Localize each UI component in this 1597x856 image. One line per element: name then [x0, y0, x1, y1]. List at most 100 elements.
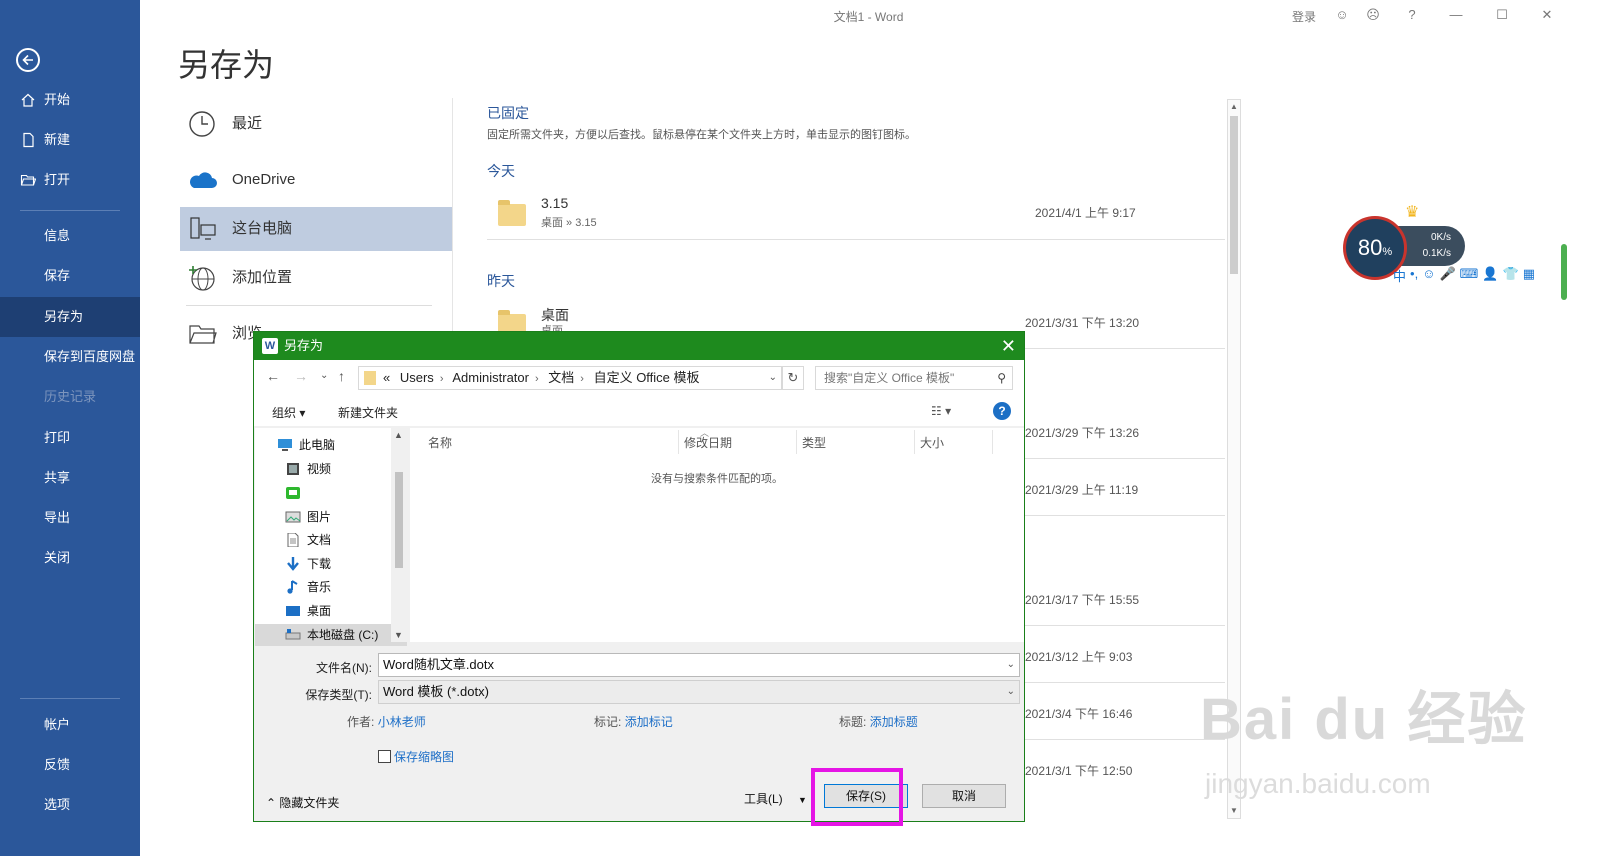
organize-menu[interactable]: 组织 ▾	[272, 404, 305, 421]
nav-item-home[interactable]: 开始	[0, 80, 140, 120]
breadcrumb-office-templates[interactable]: 自定义 Office 模板	[594, 370, 700, 385]
tree-item-local-disk[interactable]: 本地磁盘 (C:)	[255, 624, 407, 646]
chevron-up-icon: ⌃	[266, 796, 277, 810]
ime-user-icon[interactable]: 👤	[1482, 266, 1498, 284]
close-window-icon[interactable]: ✕	[1539, 7, 1555, 23]
ime-keyboard-icon[interactable]: ⌨	[1460, 266, 1479, 284]
ime-emoji-icon[interactable]: ☺	[1422, 266, 1435, 284]
nav-item-account[interactable]: 帐户	[0, 705, 140, 745]
breadcrumb-separator-icon[interactable]: ›	[580, 373, 584, 385]
column-divider[interactable]	[914, 430, 915, 454]
forward-icon[interactable]: →	[294, 368, 308, 384]
breadcrumb-separator-icon[interactable]: ›	[440, 373, 444, 385]
filename-input[interactable]: Word随机文章.dotx ⌄	[378, 653, 1020, 677]
tree-scroll-thumb[interactable]	[395, 472, 403, 568]
hide-folders-toggle[interactable]: ⌃ 隐藏文件夹	[266, 794, 339, 811]
location-add-place[interactable]: 添加位置	[180, 256, 452, 300]
back-icon[interactable]: ←	[266, 368, 280, 384]
nav-label-feedback: 反馈	[44, 757, 71, 772]
cancel-button[interactable]: 取消	[922, 784, 1006, 808]
nav-item-feedback[interactable]: 反馈	[0, 745, 140, 785]
side-tab[interactable]	[1561, 244, 1567, 300]
nav-item-save-as[interactable]: 另存为	[0, 297, 140, 337]
filename-dropdown-icon[interactable]: ⌄	[1007, 654, 1015, 676]
breadcrumb-users[interactable]: Users	[400, 370, 434, 385]
ime-chinese-icon[interactable]: 中	[1393, 266, 1406, 284]
column-size[interactable]: 大小	[920, 434, 944, 451]
maximize-icon[interactable]: ☐	[1494, 7, 1510, 23]
ime-toolbar[interactable]: 中 •, ☺ 🎤 ⌨ 👤 👕 ▦	[1393, 266, 1565, 284]
recent-locations-icon[interactable]: ⌄	[320, 370, 328, 381]
row-divider	[1025, 682, 1225, 683]
help-icon[interactable]: ?	[1404, 7, 1420, 23]
column-divider[interactable]	[678, 430, 679, 454]
nav-label-account: 帐户	[44, 717, 71, 732]
dialog-title-bar: W 另存为 ✕	[254, 332, 1024, 360]
nav-item-new[interactable]: 新建	[0, 120, 140, 160]
refresh-icon[interactable]: ↻	[782, 366, 804, 390]
scroll-down-icon[interactable]: ▼	[1229, 805, 1239, 817]
tree-item-documents[interactable]: 文档	[277, 529, 403, 551]
author-value[interactable]: 小林老师	[378, 715, 426, 729]
search-icon[interactable]: ⚲	[997, 367, 1006, 389]
nav-item-share[interactable]: 共享	[0, 458, 140, 498]
frown-icon[interactable]: ☹	[1365, 7, 1381, 23]
scroll-up-icon[interactable]: ▲	[1229, 101, 1239, 113]
filetype-select[interactable]: Word 模板 (*.dotx) ⌄	[378, 680, 1020, 704]
column-divider[interactable]	[992, 430, 993, 454]
new-folder-button[interactable]: 新建文件夹	[338, 404, 398, 421]
nav-item-export[interactable]: 导出	[0, 498, 140, 538]
nav-item-close[interactable]: 关闭	[0, 538, 140, 578]
save-thumbnail-label[interactable]: 保存缩略图	[394, 748, 454, 765]
address-input[interactable]: « Users › Administrator › 文档 › 自定义 Office 模…	[358, 366, 782, 390]
column-divider[interactable]	[796, 430, 797, 454]
view-options-icon[interactable]: ☷ ▾	[931, 404, 951, 418]
tree-item-desktop[interactable]: 桌面	[277, 600, 403, 622]
nav-item-save-to-baidu[interactable]: 保存到百度网盘	[0, 337, 140, 377]
tree-item-downloads[interactable]: 下载	[277, 553, 403, 575]
address-dropdown-icon[interactable]: ⌄	[769, 367, 777, 389]
column-name[interactable]: 名称	[428, 434, 452, 451]
tree-item-videos[interactable]: 视频	[277, 458, 403, 480]
help-button-icon[interactable]: ?	[993, 402, 1011, 420]
nav-item-open[interactable]: 打开	[0, 160, 140, 200]
scroll-thumb[interactable]	[1230, 116, 1238, 274]
subject-value[interactable]: 添加标题	[870, 715, 918, 729]
recent-folder-name[interactable]: 3.15	[541, 195, 568, 211]
nav-item-info[interactable]: 信息	[0, 216, 140, 256]
tree-scroll-up-icon[interactable]: ▲	[394, 430, 403, 440]
column-type[interactable]: 类型	[802, 434, 826, 451]
nav-item-print[interactable]: 打印	[0, 418, 140, 458]
dialog-close-icon[interactable]: ✕	[1001, 332, 1016, 360]
up-icon[interactable]: ↑	[338, 368, 345, 384]
tree-item-pictures[interactable]: 图片	[277, 506, 403, 528]
nav-item-save[interactable]: 保存	[0, 256, 140, 296]
location-this-pc[interactable]: 这台电脑	[180, 207, 452, 251]
save-thumbnail-checkbox[interactable]	[378, 750, 391, 763]
ime-punct-icon[interactable]: •,	[1410, 266, 1418, 284]
minimize-icon[interactable]: —	[1448, 7, 1464, 23]
login-link[interactable]: 登录	[1292, 8, 1316, 25]
tree-item-music[interactable]: 音乐	[277, 576, 403, 598]
tools-menu[interactable]: 工具(L) ▼	[744, 790, 807, 807]
tree-scroll-down-icon[interactable]: ▼	[394, 630, 403, 640]
location-recent[interactable]: 最近	[180, 102, 452, 146]
tree-item-this-pc[interactable]: 此电脑	[269, 434, 395, 456]
breadcrumb-documents[interactable]: 文档	[548, 370, 574, 385]
tree-item-app[interactable]	[277, 482, 403, 504]
tags-value[interactable]: 添加标记	[625, 715, 673, 729]
location-onedrive[interactable]: OneDrive	[180, 158, 452, 202]
ime-skin-icon[interactable]: 👕	[1503, 266, 1519, 284]
column-date-modified[interactable]: 修改日期	[684, 434, 732, 451]
back-arrow-icon[interactable]	[16, 48, 40, 72]
breadcrumb-administrator[interactable]: Administrator	[452, 370, 529, 385]
address-overflow[interactable]: «	[383, 370, 390, 385]
nav-item-options[interactable]: 选项	[0, 785, 140, 825]
breadcrumb-separator-icon[interactable]: ›	[535, 373, 539, 385]
ime-mic-icon[interactable]: 🎤	[1439, 266, 1455, 284]
ime-grid-icon[interactable]: ▦	[1523, 266, 1535, 284]
filetype-dropdown-icon[interactable]: ⌄	[1007, 681, 1015, 703]
search-input[interactable]: 搜索"自定义 Office 模板" ⚲	[815, 366, 1013, 390]
tree-scrollbar[interactable]: ▲ ▼	[391, 428, 407, 642]
smile-icon[interactable]: ☺	[1334, 7, 1350, 23]
